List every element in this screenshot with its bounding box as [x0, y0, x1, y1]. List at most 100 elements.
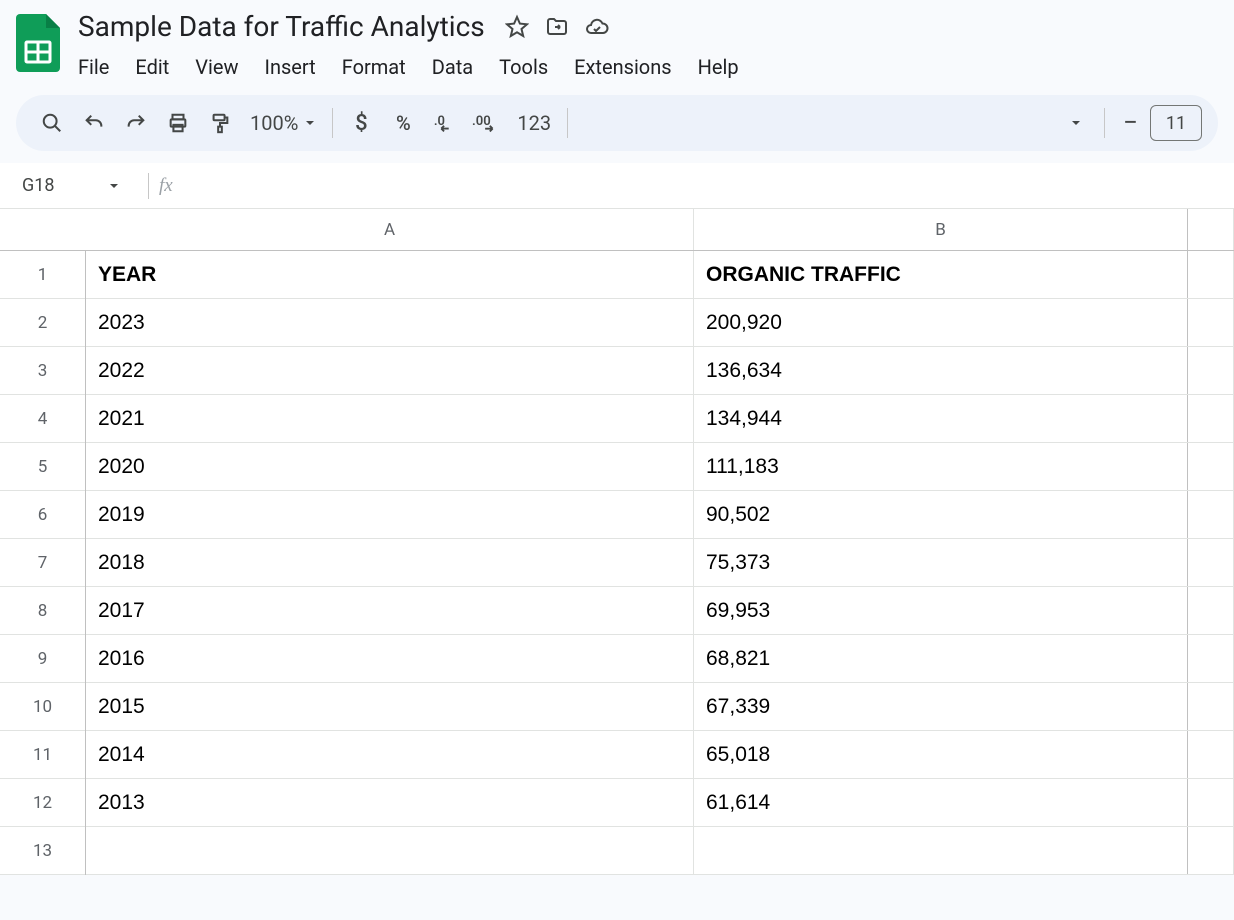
cell[interactable]: 67,339 [694, 683, 1188, 730]
divider [332, 108, 333, 138]
undo-icon[interactable] [74, 103, 114, 143]
row-header[interactable]: 8 [0, 587, 85, 635]
cell[interactable] [1188, 299, 1234, 346]
cell[interactable] [1188, 443, 1234, 490]
column-header-a[interactable]: A [86, 209, 694, 250]
cell[interactable]: YEAR [86, 251, 694, 298]
menu-file[interactable]: File [74, 49, 121, 85]
cell[interactable]: 2022 [86, 347, 694, 394]
cell[interactable] [1188, 539, 1234, 586]
cell[interactable]: 90,502 [694, 491, 1188, 538]
cell[interactable]: 2015 [86, 683, 694, 730]
row-header[interactable]: 1 [0, 251, 85, 299]
cell[interactable]: 75,373 [694, 539, 1188, 586]
table-row: 2019 90,502 [86, 491, 1234, 539]
table-row: 2017 69,953 [86, 587, 1234, 635]
zoom-dropdown[interactable]: 100% [242, 111, 324, 135]
cell[interactable]: ORGANIC TRAFFIC [694, 251, 1188, 298]
cell[interactable]: 68,821 [694, 635, 1188, 682]
cell[interactable]: 136,634 [694, 347, 1188, 394]
menu-edit[interactable]: Edit [123, 49, 181, 85]
chevron-down-icon [304, 117, 316, 129]
cell[interactable] [1188, 347, 1234, 394]
cell[interactable] [1188, 731, 1234, 778]
cell[interactable] [1188, 827, 1234, 874]
cloud-status-icon[interactable] [585, 15, 609, 39]
cell[interactable]: 2017 [86, 587, 694, 634]
fx-icon: fx [159, 175, 173, 197]
cell[interactable]: 2013 [86, 779, 694, 826]
menu-help[interactable]: Help [686, 49, 751, 85]
column-headers: A B [86, 209, 1234, 251]
menu-format[interactable]: Format [330, 49, 418, 85]
cell[interactable] [1188, 779, 1234, 826]
cell[interactable]: 69,953 [694, 587, 1188, 634]
cell[interactable]: 2019 [86, 491, 694, 538]
font-size-input[interactable]: 11 [1150, 105, 1202, 141]
cell[interactable]: 134,944 [694, 395, 1188, 442]
decrease-decimal-icon[interactable]: .0 [425, 103, 465, 143]
cell[interactable] [1188, 251, 1234, 298]
divider [567, 108, 568, 138]
cell[interactable] [1188, 395, 1234, 442]
zoom-value: 100% [250, 111, 298, 135]
row-header[interactable]: 5 [0, 443, 85, 491]
menu-insert[interactable]: Insert [253, 49, 328, 85]
column-header-b[interactable]: B [694, 209, 1188, 250]
move-to-folder-icon[interactable] [545, 15, 569, 39]
cell[interactable]: 111,183 [694, 443, 1188, 490]
cell[interactable]: 2014 [86, 731, 694, 778]
currency-icon[interactable]: $ [341, 103, 381, 143]
decrease-font-icon[interactable]: − [1113, 108, 1148, 138]
paint-format-icon[interactable] [200, 103, 240, 143]
row-headers: 1 2 3 4 5 6 7 8 9 10 11 12 13 [0, 209, 86, 875]
cell[interactable]: 61,614 [694, 779, 1188, 826]
svg-text:.00: .00 [472, 114, 491, 129]
redo-icon[interactable] [116, 103, 156, 143]
table-row: 2013 61,614 [86, 779, 1234, 827]
menu-view[interactable]: View [183, 49, 250, 85]
menu-data[interactable]: Data [420, 49, 485, 85]
row-header[interactable]: 4 [0, 395, 85, 443]
cell[interactable]: 2020 [86, 443, 694, 490]
chevron-down-icon [108, 180, 120, 192]
sheets-logo-icon[interactable] [16, 14, 60, 72]
cell[interactable] [694, 827, 1188, 874]
table-row: 2016 68,821 [86, 635, 1234, 683]
row-header[interactable]: 3 [0, 347, 85, 395]
cell[interactable] [1188, 635, 1234, 682]
cell[interactable]: 2023 [86, 299, 694, 346]
row-header[interactable]: 12 [0, 779, 85, 827]
row-header[interactable]: 9 [0, 635, 85, 683]
row-header[interactable]: 2 [0, 299, 85, 347]
cell[interactable]: 200,920 [694, 299, 1188, 346]
cell[interactable] [1188, 587, 1234, 634]
cell[interactable] [1188, 683, 1234, 730]
table-row: YEAR ORGANIC TRAFFIC [86, 251, 1234, 299]
row-header[interactable]: 10 [0, 683, 85, 731]
number-format-button[interactable]: 123 [509, 111, 559, 135]
column-header-c[interactable] [1188, 209, 1234, 250]
cell[interactable]: 2021 [86, 395, 694, 442]
row-header[interactable]: 6 [0, 491, 85, 539]
cell[interactable]: 65,018 [694, 731, 1188, 778]
menu-tools[interactable]: Tools [487, 49, 560, 85]
print-icon[interactable] [158, 103, 198, 143]
document-title[interactable]: Sample Data for Traffic Analytics [74, 8, 489, 45]
cell[interactable]: 2018 [86, 539, 694, 586]
star-icon[interactable] [505, 15, 529, 39]
cell[interactable] [1188, 491, 1234, 538]
percent-icon[interactable]: % [383, 103, 423, 143]
font-dropdown-icon[interactable] [1056, 103, 1096, 143]
increase-decimal-icon[interactable]: .00 [467, 103, 507, 143]
row-header[interactable]: 11 [0, 731, 85, 779]
table-row: 2023 200,920 [86, 299, 1234, 347]
search-icon[interactable] [32, 103, 72, 143]
menu-extensions[interactable]: Extensions [562, 49, 683, 85]
name-box[interactable]: G18 [8, 175, 138, 196]
cell[interactable]: 2016 [86, 635, 694, 682]
cell[interactable] [86, 827, 694, 874]
row-header[interactable]: 13 [0, 827, 85, 875]
row-header[interactable]: 7 [0, 539, 85, 587]
select-all-corner[interactable] [0, 209, 90, 251]
